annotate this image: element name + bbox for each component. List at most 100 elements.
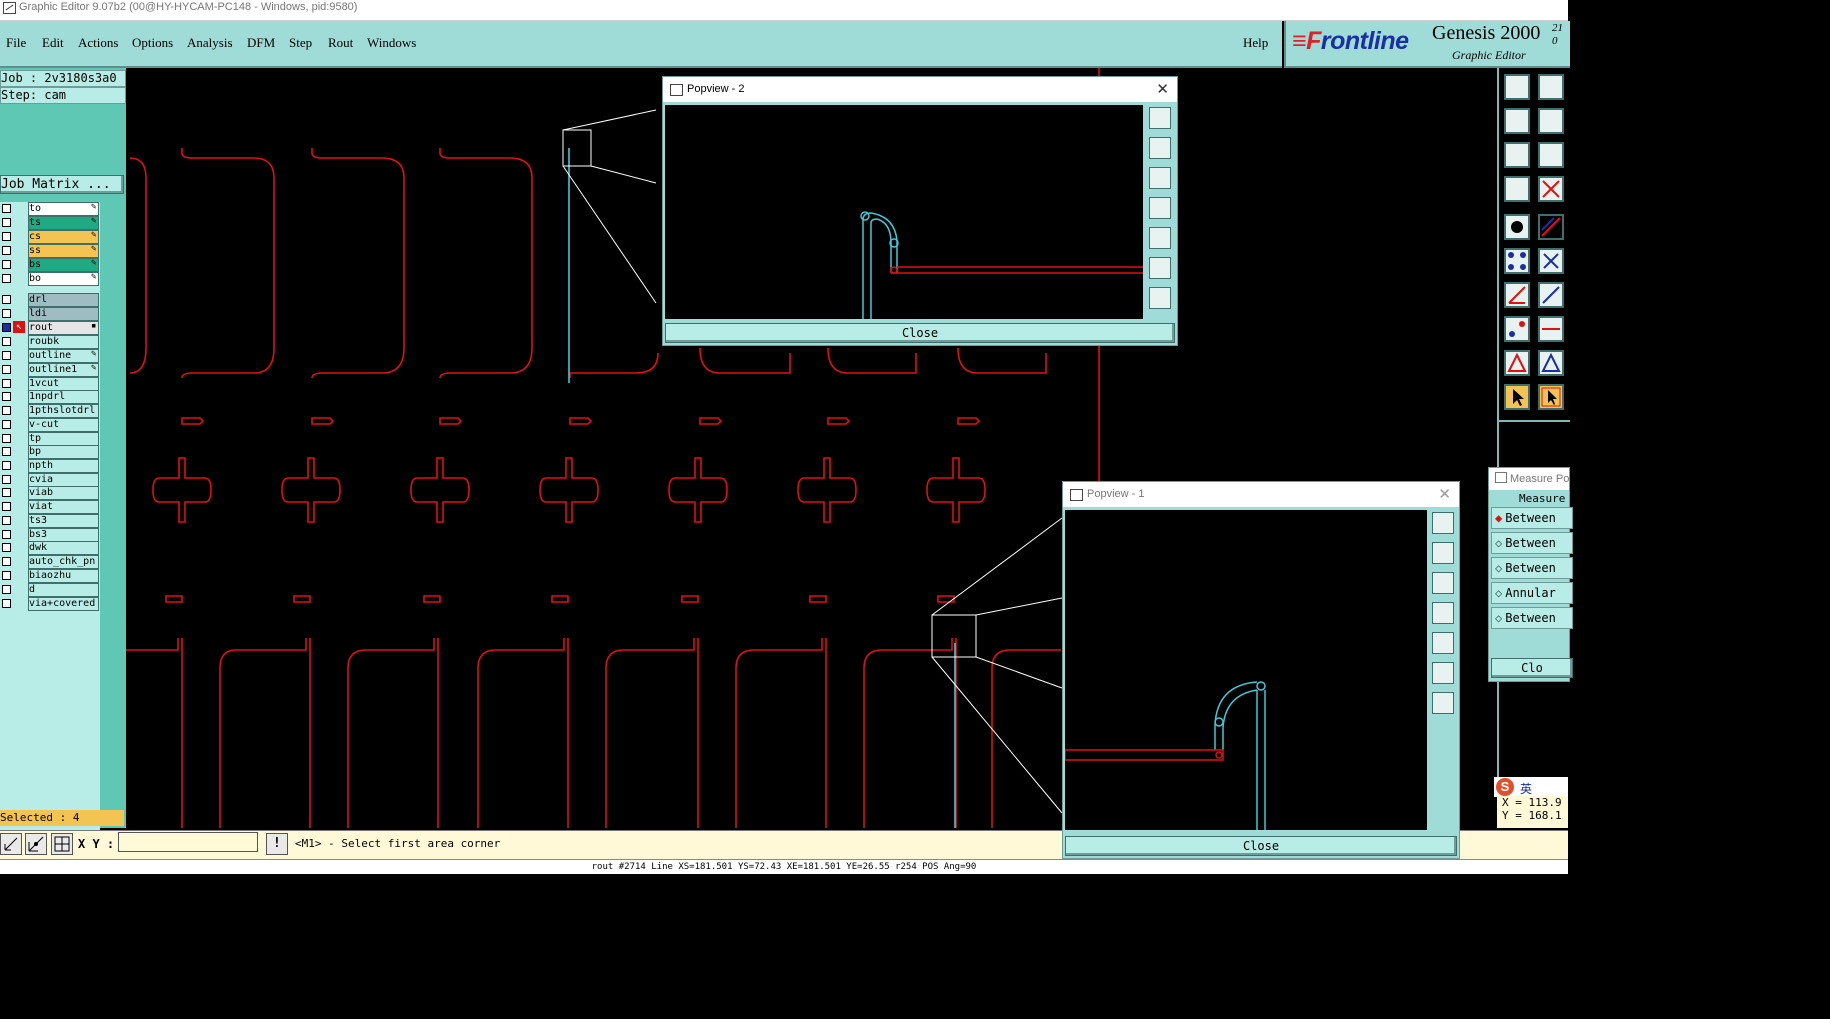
layer-checkbox[interactable] xyxy=(2,447,11,456)
layer-checkbox[interactable] xyxy=(2,365,11,374)
ime-indicator[interactable]: S 英 xyxy=(1494,777,1568,797)
measure-option-between-2[interactable]: ◇ Between xyxy=(1491,532,1573,554)
zoom-fit-icon[interactable] xyxy=(1504,142,1530,168)
menu-file[interactable]: File xyxy=(6,35,26,51)
layer-row-1pthslotdrl[interactable]: 1pthslotdrl xyxy=(0,404,99,418)
measure-option-between-1[interactable]: ◆ Between xyxy=(1491,507,1573,529)
layer-row-bo[interactable]: bo ✎ xyxy=(0,272,99,286)
zoom-down-icon[interactable] xyxy=(1432,572,1454,594)
menu-dfm[interactable]: DFM xyxy=(247,35,275,51)
menu-actions[interactable]: Actions xyxy=(78,35,118,51)
line-measure-icon[interactable] xyxy=(1538,282,1564,308)
layer-checkbox[interactable] xyxy=(2,543,11,552)
popview-1-canvas[interactable] xyxy=(1065,510,1427,830)
zoom-up-icon[interactable] xyxy=(1504,74,1530,100)
triangle-icon[interactable] xyxy=(1504,350,1530,376)
menu-rout[interactable]: Rout xyxy=(328,35,353,51)
layer-row-1vcut[interactable]: 1vcut xyxy=(0,377,99,391)
layer-row-cvia[interactable]: cvia xyxy=(0,473,99,487)
layer-checkbox[interactable] xyxy=(2,461,11,470)
layer-row-viab[interactable]: viab xyxy=(0,486,99,500)
angle-measure-icon[interactable] xyxy=(1504,282,1530,308)
layer-row-viat[interactable]: viat xyxy=(0,500,99,514)
layer-checkbox[interactable] xyxy=(2,488,11,497)
layer-row-rout[interactable]: ↖ rout ▪ xyxy=(0,321,99,335)
color-icon[interactable] xyxy=(1538,214,1564,240)
layer-checkbox[interactable] xyxy=(2,351,11,360)
feature-icon[interactable] xyxy=(1504,214,1530,240)
menu-edit[interactable]: Edit xyxy=(42,35,64,51)
layer-row-biaozhu[interactable]: biaozhu xyxy=(0,569,99,583)
menu-step[interactable]: Step xyxy=(289,35,312,51)
popview-2-close-button[interactable]: Close xyxy=(665,323,1175,343)
layer-row-cs[interactable]: cs ✎ xyxy=(0,230,99,244)
xy-input[interactable] xyxy=(118,832,258,852)
pan-left-icon[interactable] xyxy=(1504,108,1530,134)
menu-analysis[interactable]: Analysis xyxy=(187,35,233,51)
layer-row-to[interactable]: to ✎ xyxy=(0,202,99,216)
layer-checkbox[interactable] xyxy=(2,274,11,283)
measure-close-button[interactable]: Clo xyxy=(1491,658,1573,678)
zoom-home-icon[interactable] xyxy=(1432,692,1454,714)
layer-row-1npdrl[interactable]: 1npdrl xyxy=(0,390,99,404)
layer-checkbox[interactable] xyxy=(2,557,11,566)
layer-checkbox[interactable] xyxy=(2,516,11,525)
layer-row-bs[interactable]: bs ✎ xyxy=(0,258,99,272)
layer-checkbox[interactable] xyxy=(2,392,11,401)
zoom-up-icon[interactable] xyxy=(1149,137,1171,159)
layer-checkbox[interactable] xyxy=(2,434,11,443)
delete-nodes-icon[interactable] xyxy=(1538,248,1564,274)
layer-checkbox[interactable] xyxy=(2,420,11,429)
layer-checkbox[interactable] xyxy=(2,295,11,304)
layer-row-ts[interactable]: ts ✎ xyxy=(0,216,99,230)
close-icon[interactable]: ✕ xyxy=(1438,482,1451,507)
close-icon[interactable]: ✕ xyxy=(1156,77,1169,102)
layer-row-bp[interactable]: bp xyxy=(0,445,99,459)
pan-right-icon[interactable] xyxy=(1432,632,1454,654)
measure-option-between-3[interactable]: ◇ Between xyxy=(1491,557,1573,579)
zoom-down-icon[interactable] xyxy=(1538,74,1564,100)
layer-row-roubk[interactable]: roubk xyxy=(0,335,99,349)
cancel-tool-icon[interactable] xyxy=(1538,176,1564,202)
layer-checkbox[interactable] xyxy=(2,406,11,415)
horizontal-icon[interactable] xyxy=(1538,316,1564,342)
grid-tool-button[interactable] xyxy=(51,833,73,855)
layer-checkbox[interactable] xyxy=(2,218,11,227)
layer-row-ldi[interactable]: ldi xyxy=(0,307,99,321)
layer-checkbox[interactable] xyxy=(2,571,11,580)
zoom-down-icon[interactable] xyxy=(1149,167,1171,189)
layer-row-drl[interactable]: drl xyxy=(0,293,99,307)
snap-tool-button[interactable] xyxy=(25,833,47,855)
select-area-icon[interactable] xyxy=(1538,384,1564,410)
layer-checkbox[interactable] xyxy=(2,323,11,332)
layer-row-bs3[interactable]: bs3 xyxy=(0,528,99,542)
undo-tool-button[interactable] xyxy=(0,833,22,855)
layer-row-ss[interactable]: ss ✎ xyxy=(0,244,99,258)
layer-row-d[interactable]: d xyxy=(0,583,99,597)
layer-checkbox[interactable] xyxy=(2,502,11,511)
zoom-fit-icon[interactable] xyxy=(1149,257,1171,279)
zoom-up-icon[interactable] xyxy=(1432,542,1454,564)
zoom-area-icon[interactable] xyxy=(1538,142,1564,168)
zoom-fit-icon[interactable] xyxy=(1432,662,1454,684)
layer-row-outline1[interactable]: outline1 ✎ xyxy=(0,363,99,377)
job-matrix-button[interactable]: Job Matrix ... xyxy=(0,175,124,194)
layer-row-via-covered[interactable]: via+covered xyxy=(0,597,99,611)
layer-checkbox[interactable] xyxy=(2,585,11,594)
layer-checkbox[interactable] xyxy=(2,309,11,318)
zoom-in-icon[interactable] xyxy=(1432,512,1454,534)
point-icon[interactable] xyxy=(1504,316,1530,342)
layer-row-v-cut[interactable]: v-cut xyxy=(0,418,99,432)
measure-option-between-4[interactable]: ◇ Between xyxy=(1491,607,1573,629)
layer-row-tp[interactable]: tp xyxy=(0,432,99,446)
triangle-fill-icon[interactable] xyxy=(1538,350,1564,376)
layer-row-outline[interactable]: outline ✎ xyxy=(0,349,99,363)
display-icon[interactable] xyxy=(1504,176,1530,202)
pan-left-icon[interactable] xyxy=(1149,197,1171,219)
layer-checkbox[interactable] xyxy=(2,475,11,484)
zoom-in-icon[interactable] xyxy=(1149,107,1171,129)
layer-row-ts3[interactable]: ts3 xyxy=(0,514,99,528)
layer-checkbox[interactable] xyxy=(2,260,11,269)
layer-row-auto-chk-pn[interactable]: auto_chk_pn xyxy=(0,555,99,569)
pan-left-icon[interactable] xyxy=(1432,602,1454,624)
